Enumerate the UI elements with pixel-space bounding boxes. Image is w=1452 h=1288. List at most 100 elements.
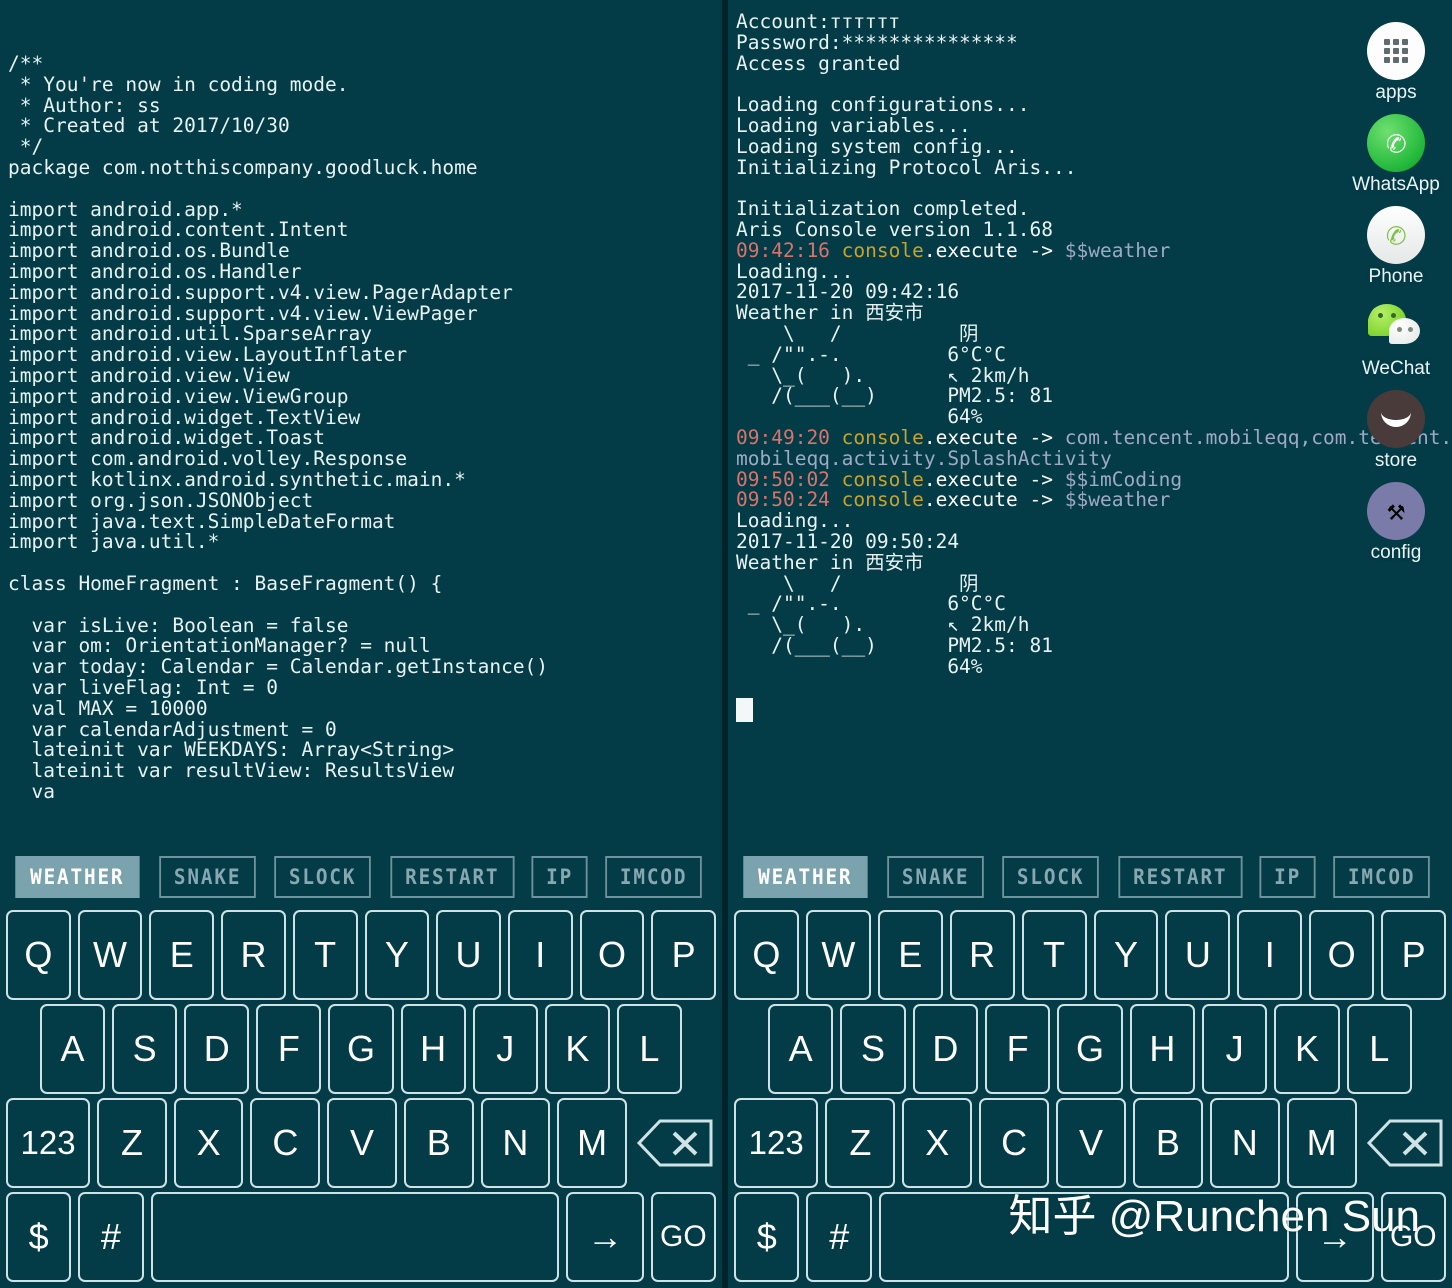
on-screen-keyboard-left[interactable]: Q W E R T Y U I O P A S D F G H J K L 123 Z X C V B N M $ # → GO [0, 906, 722, 1288]
key-enter[interactable]: → [566, 1192, 644, 1282]
app-shortcut-label: store [1374, 450, 1418, 471]
key-a[interactable]: A [768, 1004, 834, 1094]
key-j[interactable]: J [472, 1004, 538, 1094]
key-y[interactable]: Y [1093, 910, 1159, 1000]
key-#[interactable]: # [806, 1192, 872, 1282]
key-b[interactable]: B [1132, 1098, 1203, 1188]
key-g[interactable]: G [1057, 1004, 1123, 1094]
app-shortcut-config[interactable]: ⚒ config [1344, 482, 1448, 564]
key-d[interactable]: D [912, 1004, 978, 1094]
command-timestamp: 09:50:24 [736, 488, 842, 512]
key-123[interactable]: 123 [5, 1098, 91, 1188]
key-e[interactable]: E [877, 910, 943, 1000]
key-d[interactable]: D [184, 1004, 250, 1094]
key-z[interactable]: Z [825, 1098, 896, 1188]
key-n[interactable]: N [1209, 1098, 1280, 1188]
code-line: import android.support.v4.view.ViewPager [8, 301, 478, 325]
key-e[interactable]: E [149, 910, 215, 1000]
console-line: \_( ). ↖ 2km/h [736, 613, 1030, 637]
key-$[interactable]: $ [6, 1192, 72, 1282]
key-l[interactable]: L [616, 1004, 682, 1094]
key-123[interactable]: 123 [734, 1098, 819, 1188]
key-p[interactable]: P [651, 910, 717, 1000]
app-shortcut-whatsapp[interactable]: ✆ WhatsApp [1344, 114, 1448, 196]
key-h[interactable]: H [400, 1004, 466, 1094]
macro-button-imcod[interactable]: IMCOD [604, 856, 702, 898]
console-line: Weather in 西安市 [736, 550, 924, 574]
macro-button-imcod[interactable]: IMCOD [1332, 856, 1430, 898]
key-s[interactable]: S [840, 1004, 906, 1094]
key-backspace[interactable] [634, 1098, 716, 1188]
key-o[interactable]: O [1309, 910, 1375, 1000]
key-k[interactable]: K [1274, 1004, 1340, 1094]
key-i[interactable]: I [507, 910, 573, 1000]
key-q[interactable]: Q [5, 910, 71, 1000]
key-u[interactable]: U [436, 910, 501, 1000]
app-shortcut-apps[interactable]: apps [1344, 22, 1448, 104]
key-#[interactable]: # [78, 1192, 144, 1282]
backspace-icon [634, 1098, 716, 1188]
macro-button-restart[interactable]: RESTART [1118, 856, 1243, 898]
keyboard-row-2: ASDFGHJKL [6, 1004, 716, 1094]
key-space[interactable] [150, 1192, 560, 1282]
macro-button-snake[interactable]: SNAKE [158, 856, 256, 898]
key-x[interactable]: X [902, 1098, 973, 1188]
key-w[interactable]: W [805, 910, 871, 1000]
key-z[interactable]: Z [97, 1098, 167, 1188]
key-q[interactable]: Q [733, 910, 799, 1000]
code-line: import android.view.View [8, 363, 290, 387]
macro-button-weather[interactable]: WEATHER [15, 856, 140, 898]
key-u[interactable]: U [1165, 910, 1231, 1000]
key-p[interactable]: P [1381, 910, 1447, 1000]
command-timestamp: 09:49:20 [736, 425, 842, 449]
macro-button-ip[interactable]: IP [1259, 856, 1317, 898]
code-editor-output[interactable]: /** * You're now in coding mode. * Autho… [0, 48, 722, 803]
key-s[interactable]: S [112, 1004, 178, 1094]
macro-button-bar-left[interactable]: WEATHER SNAKE SLOCK RESTART IP IMCOD [0, 852, 722, 902]
command-name: console [841, 238, 924, 262]
app-shortcut-phone[interactable]: ✆ Phone [1344, 206, 1448, 288]
macro-button-ip[interactable]: IP [531, 856, 589, 898]
key-r[interactable]: R [949, 910, 1015, 1000]
key-o[interactable]: O [579, 910, 645, 1000]
key-f[interactable]: F [256, 1004, 322, 1094]
key-f[interactable]: F [985, 1004, 1051, 1094]
macro-button-weather[interactable]: WEATHER [743, 856, 868, 898]
key-go[interactable]: GO [650, 1192, 717, 1282]
macro-button-bar-right[interactable]: WEATHER SNAKE SLOCK RESTART IP IMCOD [728, 852, 1452, 902]
key-a[interactable]: A [40, 1004, 106, 1094]
key-m[interactable]: M [557, 1098, 627, 1188]
key-c[interactable]: C [250, 1098, 321, 1188]
key-c[interactable]: C [979, 1098, 1050, 1188]
key-n[interactable]: N [480, 1098, 551, 1188]
key-i[interactable]: I [1237, 910, 1303, 1000]
key-b[interactable]: B [403, 1098, 474, 1188]
app-shortcut-wechat[interactable]: WeChat [1344, 298, 1448, 380]
command-method: .execute -> [923, 467, 1065, 491]
key-l[interactable]: L [1346, 1004, 1412, 1094]
code-line: import android.view.ViewGroup [8, 384, 349, 408]
app-shortcut-store[interactable]: store [1344, 390, 1448, 472]
key-w[interactable]: W [77, 910, 143, 1000]
key-m[interactable]: M [1286, 1098, 1357, 1188]
app-shortcut-label: WeChat [1361, 358, 1431, 379]
key-j[interactable]: J [1201, 1004, 1268, 1094]
key-t[interactable]: T [292, 910, 358, 1000]
key-backspace[interactable] [1364, 1098, 1446, 1188]
key-v[interactable]: V [1056, 1098, 1126, 1188]
macro-button-snake[interactable]: SNAKE [886, 856, 984, 898]
key-r[interactable]: R [221, 910, 286, 1000]
key-h[interactable]: H [1129, 1004, 1195, 1094]
key-k[interactable]: K [544, 1004, 610, 1094]
app-shortcut-rail[interactable]: apps ✆ WhatsApp ✆ Phone WeChat store ⚒ config [1344, 22, 1448, 564]
macro-button-restart[interactable]: RESTART [390, 856, 515, 898]
key-v[interactable]: V [327, 1098, 397, 1188]
key-t[interactable]: T [1021, 910, 1087, 1000]
console-line: /(___(__) PM2.5: 81 [736, 633, 1053, 657]
key-$[interactable]: $ [734, 1192, 800, 1282]
key-x[interactable]: X [173, 1098, 244, 1188]
key-y[interactable]: Y [364, 910, 430, 1000]
key-g[interactable]: G [328, 1004, 394, 1094]
macro-button-slock[interactable]: SLOCK [1001, 856, 1099, 898]
macro-button-slock[interactable]: SLOCK [273, 856, 371, 898]
